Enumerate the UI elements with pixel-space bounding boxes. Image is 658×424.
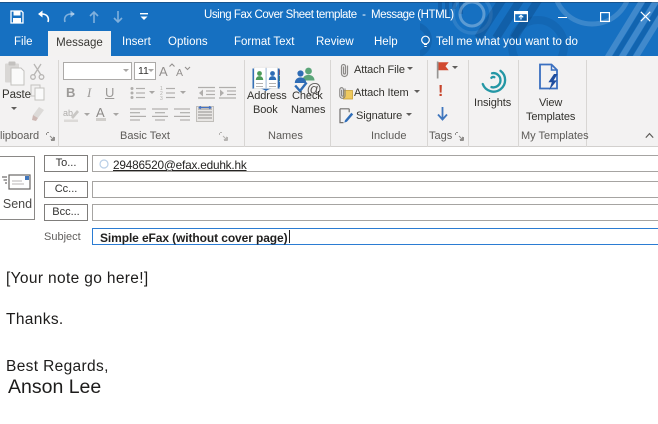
svg-text:A: A xyxy=(159,64,168,79)
svg-text:3: 3 xyxy=(160,96,163,100)
svg-text:A: A xyxy=(176,67,183,79)
